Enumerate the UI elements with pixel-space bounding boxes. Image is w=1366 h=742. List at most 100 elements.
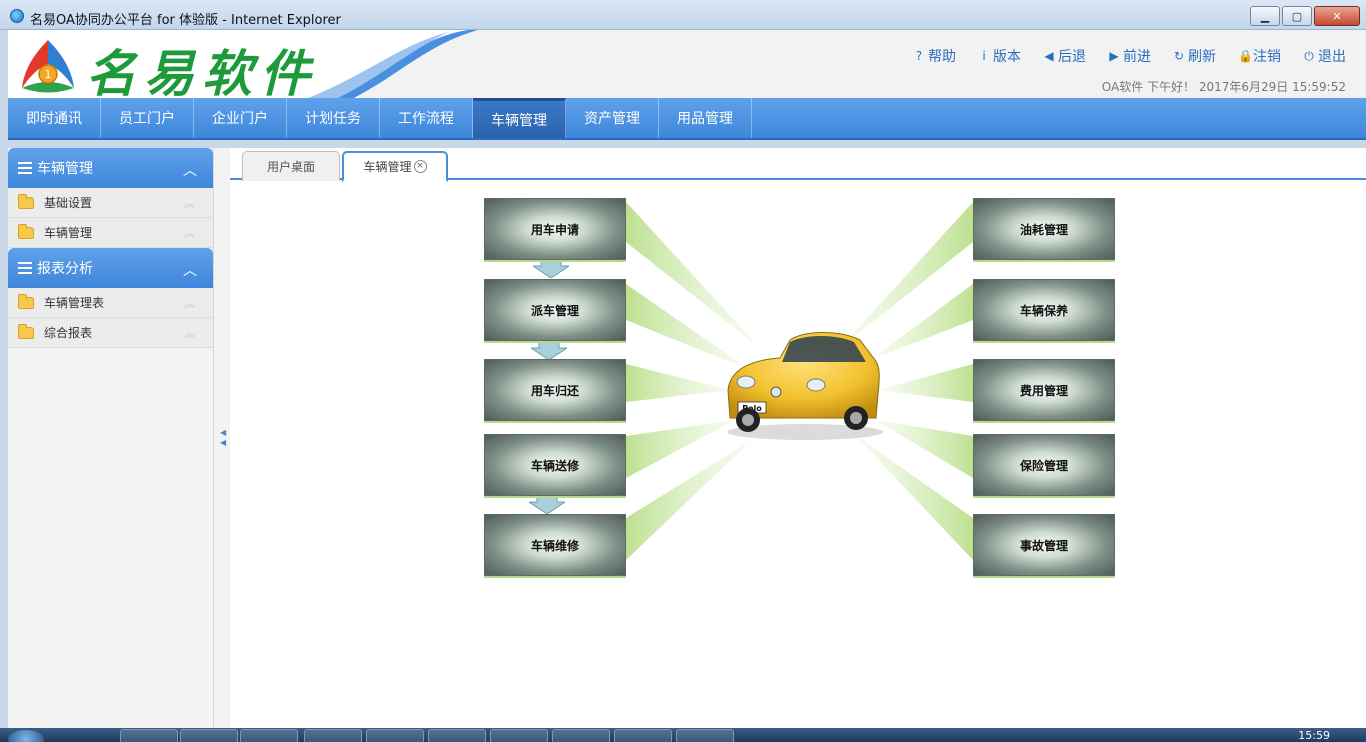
vehicle-repair-button[interactable]: 车辆维修: [484, 514, 626, 576]
refresh-icon: ↻: [1173, 49, 1185, 63]
windows-taskbar: 15:59: [0, 728, 1366, 742]
chevron-up-icon[interactable]: ︿: [183, 160, 197, 180]
header-link-back[interactable]: ◀ 后退: [1043, 46, 1086, 66]
minimize-button[interactable]: ▁: [1250, 6, 1280, 26]
logo-text: 名易软件: [86, 44, 318, 98]
chevron-up-icon[interactable]: ︿: [183, 260, 197, 280]
header-link-label: 前进: [1123, 49, 1151, 65]
sidebar-group-header[interactable]: 报表分析 ︿: [8, 248, 213, 288]
nav-item[interactable]: 企业门户: [194, 98, 287, 138]
sidebar-item[interactable]: 基础设置 ︽: [8, 188, 213, 218]
vehicle-return-button[interactable]: 用车归还: [484, 359, 626, 421]
sidebar: 车辆管理 ︿ 基础设置 ︽ 车辆管理 ︽ 报表分析 ︿ 车辆管理表 ︽ 综合报表 ︽: [8, 148, 214, 728]
start-button[interactable]: [8, 730, 44, 742]
taskbar-app-button[interactable]: [180, 729, 238, 742]
tab-close-icon[interactable]: ×: [413, 160, 427, 173]
taskbar-app-button[interactable]: [490, 729, 548, 742]
taskbar-app-button[interactable]: [366, 729, 424, 742]
double-chevron-up-icon: ︽: [184, 227, 195, 240]
sidebar-item-label: 基础设置: [44, 196, 93, 210]
header-link-label: 帮助: [928, 49, 956, 65]
double-chevron-up-icon: ︽: [184, 327, 195, 340]
header-link-forward[interactable]: ▶ 前进: [1108, 46, 1151, 66]
header-link-info[interactable]: i 版本: [978, 46, 1021, 66]
tab-user-desktop[interactable]: 用户桌面: [242, 151, 340, 181]
double-chevron-up-icon: ︽: [184, 197, 195, 210]
send-for-repair-button[interactable]: 车辆送修: [484, 434, 626, 496]
nav-item[interactable]: 用品管理: [659, 98, 752, 138]
sidebar-group-title: 车辆管理: [37, 161, 93, 177]
down-arrow-icon: [529, 496, 565, 514]
taskbar-app-button[interactable]: [120, 729, 178, 742]
header-link-lock[interactable]: 🔒 注销: [1238, 46, 1281, 66]
help-icon: ?: [915, 49, 923, 63]
nav-item[interactable]: 计划任务: [287, 98, 380, 138]
main-nav: 即时通讯 员工门户 企业门户 计划任务 工作流程 车辆管理 资产管理 用品管理: [8, 98, 1366, 140]
dispatch-management-button[interactable]: 派车管理: [484, 279, 626, 341]
taskbar-clock: 15:59: [1298, 729, 1330, 742]
taskbar-app-button[interactable]: [552, 729, 610, 742]
beam: [870, 284, 973, 360]
header-link-label: 刷新: [1188, 49, 1216, 65]
tab-label: 车辆管理: [363, 160, 412, 174]
close-button[interactable]: ✕: [1314, 6, 1360, 26]
taskbar-app-button[interactable]: [614, 729, 672, 742]
header-link-refresh[interactable]: ↻ 刷新: [1173, 46, 1216, 66]
beam: [626, 364, 730, 402]
taskbar-app-button[interactable]: [676, 729, 734, 742]
sidebar-splitter[interactable]: ◀ ◀: [214, 148, 230, 728]
header-link-label: 后退: [1058, 49, 1086, 65]
list-icon: [18, 262, 32, 274]
folder-icon: [18, 293, 34, 309]
back-icon: ◀: [1044, 49, 1054, 63]
tab-label: 用户桌面: [266, 160, 315, 174]
header-link-label: 注销: [1253, 49, 1281, 65]
taskbar-app-button[interactable]: [240, 729, 298, 742]
window-titlebar: 名易OA协同办公平台 for 体验版 - Internet Explorer ▁…: [0, 0, 1366, 30]
nav-item[interactable]: 员工门户: [101, 98, 194, 138]
internet-explorer-icon: [10, 9, 24, 23]
sidebar-item[interactable]: 车辆管理 ︽: [8, 218, 213, 248]
taskbar-app-button[interactable]: [428, 729, 486, 742]
logo-mark: 1: [22, 40, 74, 93]
greeting-text: OA软件 下午好！ 2017年6月29日 15:59:52: [1101, 80, 1346, 94]
header-link-help[interactable]: ? 帮助: [913, 46, 956, 66]
taskbar-app-button[interactable]: [304, 729, 362, 742]
sidebar-group-header[interactable]: 车辆管理 ︿: [8, 148, 213, 188]
beam: [626, 284, 750, 370]
power-icon: ⏻: [1304, 48, 1314, 63]
sidebar-item-label: 车辆管理: [44, 226, 93, 240]
sidebar-item[interactable]: 车辆管理表 ︽: [8, 288, 213, 318]
nav-item[interactable]: 车辆管理: [473, 98, 566, 138]
info-icon: i: [982, 49, 986, 63]
accident-management-button[interactable]: 事故管理: [973, 514, 1115, 576]
tab-vehicle-management[interactable]: 车辆管理 ×: [342, 151, 448, 182]
window-title: 名易OA协同办公平台 for 体验版 - Internet Explorer: [30, 13, 341, 28]
insurance-management-button[interactable]: 保险管理: [973, 434, 1115, 496]
fuel-management-button[interactable]: 油耗管理: [973, 198, 1115, 260]
sidebar-group-title: 报表分析: [37, 261, 93, 277]
expense-management-button[interactable]: 费用管理: [973, 359, 1115, 421]
list-icon: [18, 162, 32, 174]
main-content: 用户桌面 车辆管理 × Polo 用车申请 派车管理 用车归还 车辆送修 车辆维…: [230, 148, 1366, 728]
vehicle-request-button[interactable]: 用车申请: [484, 198, 626, 260]
header-link-power[interactable]: ⏻ 退出: [1303, 46, 1346, 66]
down-arrow-icon: [531, 342, 567, 360]
lock-icon: 🔒: [1238, 49, 1253, 63]
beam: [878, 364, 973, 402]
sidebar-item-label: 车辆管理表: [44, 296, 105, 310]
diagram-graphics: Polo: [626, 202, 973, 560]
collapse-arrow-icon[interactable]: ◀: [220, 438, 226, 447]
nav-item[interactable]: 资产管理: [566, 98, 659, 138]
vehicle-maintenance-button[interactable]: 车辆保养: [973, 279, 1115, 341]
vehicle-flow-diagram: Polo 用车申请 派车管理 用车归还 车辆送修 车辆维修 油耗管理 车辆保养 …: [230, 180, 1366, 728]
folder-icon: [18, 223, 34, 239]
header-link-label: 退出: [1318, 49, 1346, 65]
collapse-arrow-icon[interactable]: ◀: [220, 428, 226, 437]
nav-item[interactable]: 即时通讯: [8, 98, 101, 138]
sidebar-item[interactable]: 综合报表 ︽: [8, 318, 213, 348]
down-arrow-icon: [533, 260, 569, 278]
window-controls: ▁ ▢ ✕: [1250, 6, 1360, 26]
maximize-button[interactable]: ▢: [1282, 6, 1312, 26]
nav-item[interactable]: 工作流程: [380, 98, 473, 138]
